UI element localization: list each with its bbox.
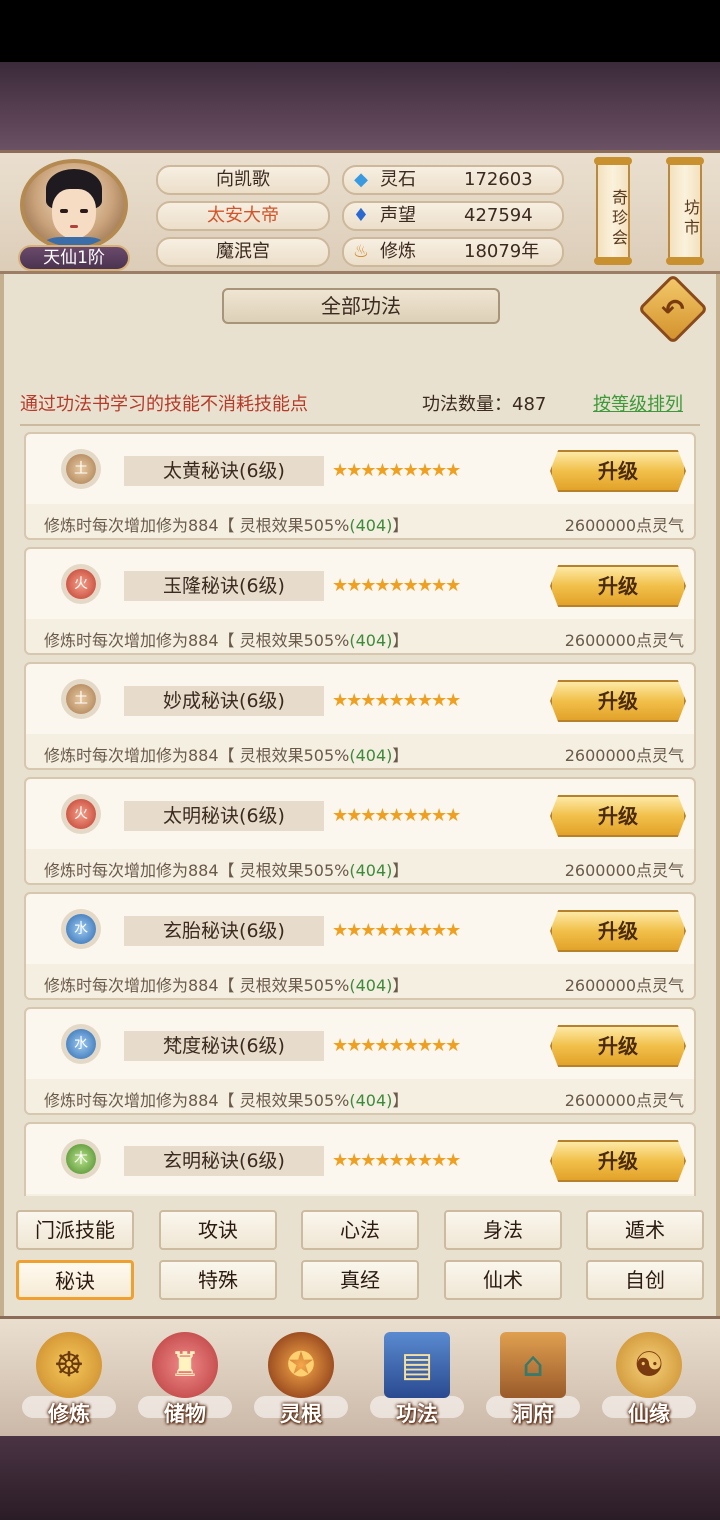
tab-escape[interactable]: 遁术	[586, 1210, 704, 1250]
star-rating: ★★★★★★★★★	[332, 1035, 461, 1056]
upgrade-button[interactable]: 升级	[550, 1025, 686, 1067]
star-rating: ★★★★★★★★★	[332, 920, 461, 941]
skill-card: 水 玄胎秘诀(6级) ★★★★★★★★★ 升级 修炼时每次增加修为884【 灵根…	[24, 892, 696, 1000]
upgrade-button[interactable]: 升级	[550, 680, 686, 722]
upgrade-button[interactable]: 升级	[550, 795, 686, 837]
nav-cultivate[interactable]: ☸ 修炼	[14, 1326, 124, 1430]
upgrade-button[interactable]: 升级	[550, 1140, 686, 1182]
market-button[interactable]: 坊市	[666, 157, 704, 265]
pavilion-icon: ⌂	[500, 1332, 566, 1398]
skill-name: 玉隆秘诀(6级)	[124, 571, 324, 601]
resource-spirit-stone: ◆ 灵石 172603	[342, 165, 564, 195]
upgrade-button[interactable]: 升级	[550, 565, 686, 607]
status-bar-area	[0, 0, 720, 62]
skill-card: 火 太明秘诀(6级) ★★★★★★★★★ 升级 修炼时每次增加修为884【 灵根…	[24, 777, 696, 885]
back-arrow-icon[interactable]: ↶	[648, 288, 698, 332]
tab-attack[interactable]: 攻诀	[159, 1210, 277, 1250]
skill-desc: 修炼时每次增加修为884【 灵根效果505%(404)】	[44, 746, 409, 765]
skill-name: 梵度秘诀(6级)	[124, 1031, 324, 1061]
element-water-icon: 水	[66, 1029, 96, 1059]
skill-desc: 修炼时每次增加修为884【 灵根效果505%(404)】	[44, 516, 409, 535]
divider	[20, 424, 700, 426]
nav-fate[interactable]: ☯ 仙缘	[594, 1326, 704, 1430]
skill-cost: 2600000点灵气	[564, 746, 684, 765]
tab-scripture[interactable]: 真经	[301, 1260, 419, 1300]
player-title: 太安大帝	[156, 201, 330, 231]
skill-desc: 修炼时每次增加修为884【 灵根效果505%(404)】	[44, 631, 409, 650]
rank-badge: 天仙1阶	[18, 245, 130, 271]
player-header: 天仙1阶 向凯歌 太安大帝 魔泯宫 ◆ 灵石 172603 ♦ 声望 42759…	[0, 150, 720, 274]
tab-mind[interactable]: 心法	[301, 1210, 419, 1250]
tab-secret[interactable]: 秘诀	[16, 1260, 134, 1300]
element-fire-icon: 火	[66, 569, 96, 599]
meditating-monk-icon: ☸	[36, 1332, 102, 1398]
skill-name: 太明秘诀(6级)	[124, 801, 324, 831]
element-wood-icon: 木	[66, 1144, 96, 1174]
resource-cultivation: ♨ 修炼 18079年	[342, 237, 564, 267]
star-rating: ★★★★★★★★★	[332, 575, 461, 596]
star-rating: ★★★★★★★★★	[332, 1150, 461, 1171]
player-sect: 魔泯宫	[156, 237, 330, 267]
skill-card: 火 玉隆秘诀(6级) ★★★★★★★★★ 升级 修炼时每次增加修为884【 灵根…	[24, 547, 696, 655]
skill-count: 功法数量：487	[422, 394, 547, 415]
skill-name: 玄胎秘诀(6级)	[124, 916, 324, 946]
notice-text: 通过功法书学习的技能不消耗技能点	[20, 394, 308, 415]
spirit-stone-icon: ◆	[354, 169, 368, 190]
skill-cost: 2600000点灵气	[564, 976, 684, 995]
bag-icon: ♜	[152, 1332, 218, 1398]
nav-spirit-root[interactable]: ✪ 灵根	[246, 1326, 356, 1430]
bottom-decor-band	[0, 1436, 720, 1520]
tab-special[interactable]: 特殊	[159, 1260, 277, 1300]
skill-card: 土 太黄秘诀(6级) ★★★★★★★★★ 升级 修炼时每次增加修为884【 灵根…	[24, 432, 696, 540]
skill-cost: 2600000点灵气	[564, 516, 684, 535]
player-name: 向凯歌	[156, 165, 330, 195]
element-water-icon: 水	[66, 914, 96, 944]
element-fire-icon: 火	[66, 799, 96, 829]
tab-immortal-arts[interactable]: 仙术	[444, 1260, 562, 1300]
top-decor-band	[0, 62, 720, 154]
sort-by-level-link[interactable]: 按等级排列	[593, 390, 683, 416]
nav-skills[interactable]: ▤ 功法	[362, 1326, 472, 1430]
element-earth-icon: 土	[66, 454, 96, 484]
skill-name: 太黄秘诀(6级)	[124, 456, 324, 486]
treasure-hall-button[interactable]: 奇珍会	[594, 157, 632, 265]
reputation-icon: ♦	[352, 205, 370, 226]
skill-name: 玄明秘诀(6级)	[124, 1146, 324, 1176]
nav-storage[interactable]: ♜ 储物	[130, 1326, 240, 1430]
resource-reputation: ♦ 声望 427594	[342, 201, 564, 231]
skill-cost: 2600000点灵气	[564, 861, 684, 880]
tab-custom[interactable]: 自创	[586, 1260, 704, 1300]
skill-cost: 2600000点灵气	[564, 1091, 684, 1110]
skill-desc: 修炼时每次增加修为884【 灵根效果505%(404)】	[44, 976, 409, 995]
skill-desc: 修炼时每次增加修为884【 灵根效果505%(404)】	[44, 1091, 409, 1110]
skill-card: 水 梵度秘诀(6级) ★★★★★★★★★ 升级 修炼时每次增加修为884【 灵根…	[24, 1007, 696, 1115]
tab-movement[interactable]: 身法	[444, 1210, 562, 1250]
element-earth-icon: 土	[66, 684, 96, 714]
skill-desc: 修炼时每次增加修为884【 灵根效果505%(404)】	[44, 861, 409, 880]
cultivation-icon: ♨	[352, 241, 370, 262]
upgrade-button[interactable]: 升级	[550, 450, 686, 492]
avatar[interactable]	[20, 159, 128, 251]
skill-list[interactable]: 土 太黄秘诀(6级) ★★★★★★★★★ 升级 修炼时每次增加修为884【 灵根…	[24, 432, 696, 1196]
star-rating: ★★★★★★★★★	[332, 805, 461, 826]
skill-name: 妙成秘诀(6级)	[124, 686, 324, 716]
star-rating: ★★★★★★★★★	[332, 460, 461, 481]
book-icon: ▤	[384, 1332, 450, 1398]
star-rating: ★★★★★★★★★	[332, 690, 461, 711]
spirit-root-icon: ✪	[268, 1332, 334, 1398]
skill-card: 木 玄明秘诀(6级) ★★★★★★★★★ 升级	[24, 1122, 696, 1196]
skill-card: 土 妙成秘诀(6级) ★★★★★★★★★ 升级 修炼时每次增加修为884【 灵根…	[24, 662, 696, 770]
page-title: 全部功法	[222, 288, 500, 324]
nav-cave[interactable]: ⌂ 洞府	[478, 1326, 588, 1430]
tab-sect-skills[interactable]: 门派技能	[16, 1210, 134, 1250]
gourd-icon: ☯	[616, 1332, 682, 1398]
skill-cost: 2600000点灵气	[564, 631, 684, 650]
upgrade-button[interactable]: 升级	[550, 910, 686, 952]
